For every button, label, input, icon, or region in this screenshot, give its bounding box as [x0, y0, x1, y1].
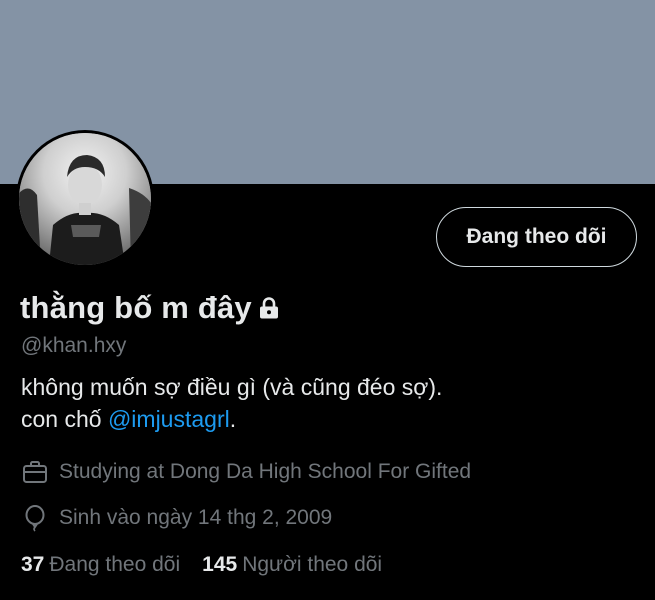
handle: @khan.hxy — [21, 334, 127, 357]
bio: không muốn sợ điều gì (và cũng đéo sợ). … — [21, 371, 442, 435]
bio-line-1: không muốn sợ điều gì (và cũng đéo sợ). — [21, 374, 443, 400]
work-text: Studying at Dong Da High School For Gift… — [59, 460, 472, 483]
work-info: Studying at Dong Da High School For Gift… — [21, 458, 471, 486]
followers-count: 145 — [202, 553, 238, 576]
birthday-text: Sinh vào ngày 14 thg 2, 2009 — [59, 506, 333, 529]
lock-icon — [258, 296, 280, 320]
bio-line-2-prefix: con chố — [21, 406, 108, 432]
profile-name-row: thằng bố m đây — [20, 290, 280, 326]
bio-line-2: con chố @imjustagrl. — [21, 403, 442, 435]
display-name: thằng bố m đây — [20, 290, 252, 325]
following-button[interactable]: Đang theo dõi — [436, 207, 637, 267]
follow-stats: 37 Đang theo dõi 145 Người theo dõi — [21, 553, 404, 577]
briefcase-icon — [21, 458, 49, 486]
avatar-photo — [19, 133, 151, 265]
balloon-icon — [21, 504, 49, 532]
following-label: Đang theo dõi — [49, 553, 181, 576]
avatar[interactable] — [16, 130, 154, 268]
followers-stat-link[interactable]: 145 Người theo dõi — [202, 553, 382, 577]
birthday-info: Sinh vào ngày 14 thg 2, 2009 — [21, 504, 332, 532]
bio-line-2-suffix: . — [229, 406, 237, 432]
followers-label: Người theo dõi — [242, 553, 383, 576]
bio-mention-link[interactable]: @imjustagrl — [108, 406, 230, 432]
following-stat-link[interactable]: 37 Đang theo dõi — [21, 553, 180, 577]
following-count: 37 — [21, 553, 45, 576]
